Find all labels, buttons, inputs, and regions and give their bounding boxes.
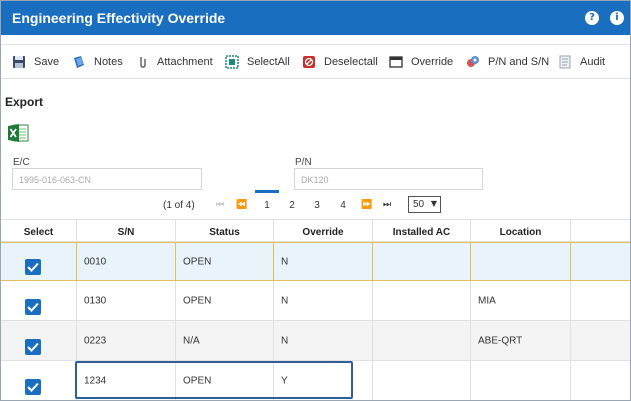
parts-icon	[466, 55, 480, 69]
sn-cell: 0010	[77, 243, 176, 280]
chevron-down-icon: ▼	[430, 199, 437, 208]
save-button[interactable]: Save	[12, 54, 59, 70]
override-button[interactable]: Override	[389, 54, 453, 70]
pn-field[interactable]: DK120	[294, 168, 483, 190]
select-all-icon	[225, 55, 239, 69]
excel-icon[interactable]	[7, 122, 29, 144]
status-cell: OPEN	[176, 281, 274, 320]
column-header-installed-ac[interactable]: Installed AC	[373, 220, 471, 241]
row-checkbox[interactable]	[25, 339, 41, 355]
deselectall-label: Deselectall	[324, 56, 378, 68]
override-cell: N	[274, 281, 373, 320]
page-size-value: 50	[413, 199, 425, 210]
column-header-location[interactable]: Location	[471, 220, 571, 241]
override-cell: N	[274, 321, 373, 360]
toolbar: Save Notes Attachment SelectAll Deselect…	[1, 44, 630, 79]
select-cell	[1, 281, 77, 320]
location-cell: ABE-QRT	[471, 321, 571, 360]
notes-label: Notes	[94, 56, 123, 68]
table-header-row: Select S/N Status Override Installed AC …	[1, 219, 630, 242]
save-icon	[12, 55, 26, 69]
pn-label: P/N	[295, 157, 312, 168]
audit-icon	[558, 55, 572, 69]
ec-label: E/C	[13, 157, 30, 168]
selectall-button[interactable]: SelectAll	[225, 54, 290, 70]
page-size-select[interactable]: 50 ▼	[408, 196, 441, 213]
page-3-link[interactable]: 3	[310, 200, 324, 211]
column-header-select[interactable]: Select	[1, 220, 77, 241]
window-header: Engineering Effectivity Override ? i	[1, 1, 630, 35]
sn-cell: 1234	[77, 361, 176, 400]
paperclip-icon	[135, 55, 149, 69]
info-icon[interactable]: i	[610, 11, 624, 25]
installed-ac-cell	[373, 243, 471, 280]
window-title: Engineering Effectivity Override	[12, 10, 226, 26]
table-row[interactable]: 1234 OPEN Y	[1, 361, 630, 400]
notes-icon	[72, 55, 86, 69]
column-header-status[interactable]: Status	[176, 220, 274, 241]
select-cell	[1, 321, 77, 360]
previous-page-icon[interactable]: ⏪	[236, 200, 247, 210]
export-heading: Export	[5, 95, 44, 109]
location-cell	[471, 243, 571, 280]
select-cell	[1, 361, 77, 400]
installed-ac-cell	[373, 361, 471, 400]
deselectall-button[interactable]: Deselectall	[302, 54, 378, 70]
location-cell: MIA	[471, 281, 571, 320]
row-checkbox[interactable]	[25, 299, 41, 315]
ec-field[interactable]: 1995-016-063-CN	[12, 168, 202, 190]
status-cell: OPEN	[176, 361, 274, 400]
installed-ac-cell	[373, 281, 471, 320]
next-page-icon[interactable]: ⏩	[361, 200, 372, 210]
pn-sn-button[interactable]: P/N and S/N	[466, 54, 549, 70]
audit-button[interactable]: Audit	[558, 54, 605, 70]
help-icon[interactable]: ?	[585, 11, 599, 25]
last-page-icon[interactable]: ⏭	[383, 200, 391, 210]
status-cell: N/A	[176, 321, 274, 360]
table-row[interactable]: 0130 OPEN N MIA	[1, 281, 630, 321]
row-checkbox[interactable]	[25, 379, 41, 395]
override-label: Override	[411, 56, 454, 68]
page-1-link[interactable]: 1	[255, 190, 279, 211]
location-cell	[471, 361, 571, 400]
row-checkbox[interactable]	[25, 259, 41, 275]
page-4-link[interactable]: 4	[336, 200, 350, 211]
installed-ac-cell	[373, 321, 471, 360]
override-cell: N	[274, 243, 373, 280]
override-cell: Y	[274, 361, 373, 400]
pn-sn-label: P/N and S/N	[488, 56, 550, 68]
notes-button[interactable]: Notes	[72, 54, 123, 70]
sn-cell: 0130	[77, 281, 176, 320]
first-page-icon[interactable]: ⏮	[216, 200, 224, 210]
audit-label: Audit	[580, 56, 606, 68]
attachment-label: Attachment	[157, 56, 213, 68]
deselect-icon	[302, 55, 316, 69]
column-header-override[interactable]: Override	[274, 220, 373, 241]
sn-cell: 0223	[77, 321, 176, 360]
table-row[interactable]: 0223 N/A N ABE-QRT	[1, 321, 630, 361]
table-row[interactable]: 0010 OPEN N	[1, 242, 630, 281]
save-label: Save	[34, 56, 60, 68]
select-cell	[1, 243, 77, 280]
attachment-button[interactable]: Attachment	[135, 54, 213, 70]
page-2-link[interactable]: 2	[285, 200, 299, 211]
window: Engineering Effectivity Override ? i Sav…	[0, 0, 631, 401]
column-header-sn[interactable]: S/N	[77, 220, 176, 241]
selectall-label: SelectAll	[247, 56, 290, 68]
status-cell: OPEN	[176, 243, 274, 280]
window-icon	[389, 55, 403, 69]
pager-summary: (1 of 4)	[163, 200, 195, 211]
